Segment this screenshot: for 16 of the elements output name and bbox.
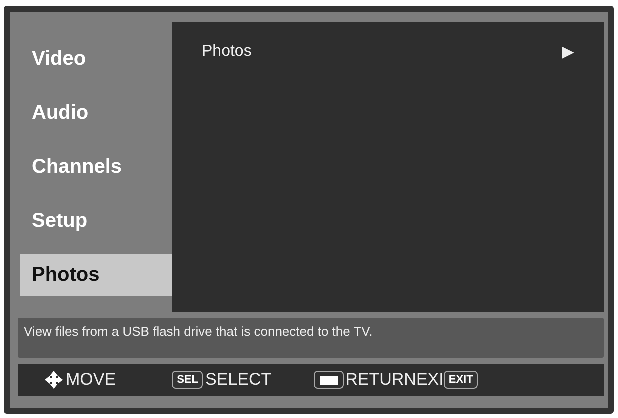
remote-key: EXIT	[444, 371, 478, 389]
menu-item[interactable]: Channels	[20, 140, 172, 194]
hint-label: SELECT	[205, 370, 272, 390]
return-key-icon	[314, 371, 344, 389]
remote-key: SEL	[172, 371, 204, 389]
menu-item[interactable]: Audio	[20, 86, 172, 140]
description-text: View files from a USB flash drive that is connected to the TV.	[18, 318, 604, 358]
arrow-icon: ▶	[562, 42, 574, 62]
submenu-item[interactable]: Photos	[202, 43, 252, 61]
hint-label: RETURN	[346, 370, 416, 390]
menu-item[interactable]: Photos	[20, 254, 172, 296]
menu-item[interactable]: Video	[20, 32, 172, 86]
move-arrows-icon	[44, 370, 64, 390]
hint-label: MOVE	[66, 370, 116, 390]
hint-label: EXI	[416, 370, 444, 390]
menu-item[interactable]: Setup	[20, 194, 172, 248]
